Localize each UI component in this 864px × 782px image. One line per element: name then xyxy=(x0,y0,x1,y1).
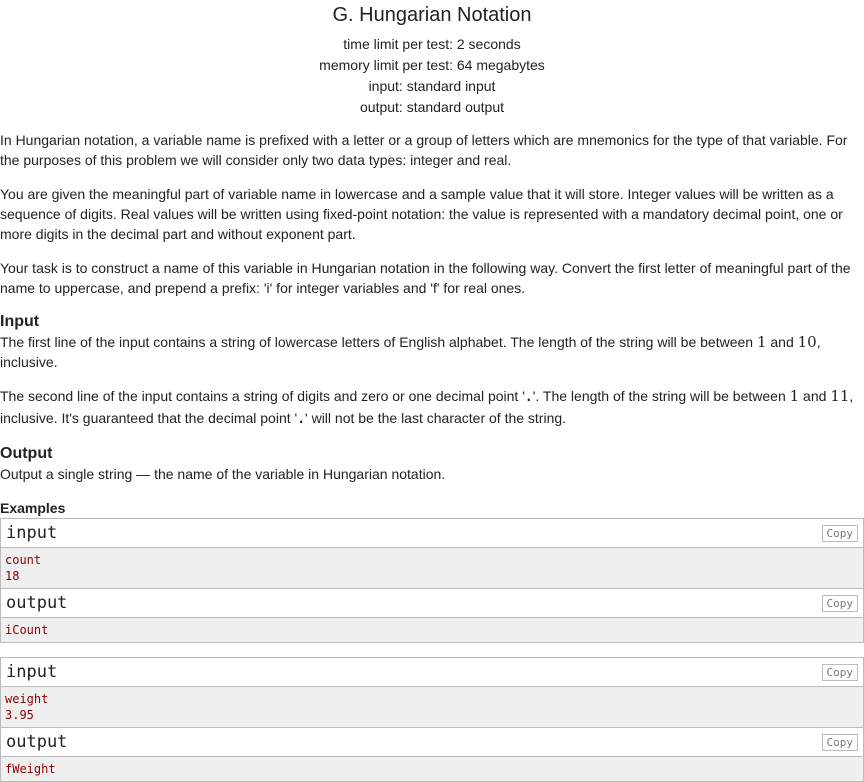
input-heading: Input xyxy=(0,313,40,330)
example-2-input-line-1: weight xyxy=(5,692,49,706)
copy-button[interactable]: Copy xyxy=(821,594,858,612)
input-spec: input: standard input xyxy=(368,78,496,94)
example-1-input-line-1: count xyxy=(5,553,42,567)
statement-paragraph-1: In Hungarian notation, a variable name i… xyxy=(0,132,848,168)
output-heading: Output xyxy=(0,445,53,462)
input-line-2-text-c: and xyxy=(799,388,831,404)
input-line-2: The second line of the input contains a … xyxy=(0,386,864,430)
input-line-2-text-e: ' will not be the last character of the … xyxy=(305,410,567,426)
math-11: 11 xyxy=(830,387,850,405)
statement-paragraph-3: Your task is to construct a name of this… xyxy=(0,260,851,296)
example-2-input-header: input Copy xyxy=(1,658,863,687)
input-label: input xyxy=(6,523,58,543)
example-2-output-line-1: fWeight xyxy=(5,762,56,776)
output-label: output xyxy=(6,593,68,613)
decimal-point-code-2: . xyxy=(297,412,306,427)
example-2: input Copy weight 3.95 output Copy fWeig… xyxy=(0,657,864,782)
copy-button[interactable]: Copy xyxy=(821,524,858,542)
math-1b: 1 xyxy=(789,387,800,405)
example-2-output: fWeight xyxy=(1,757,863,781)
input-label: input xyxy=(6,662,58,682)
examples-heading: Examples xyxy=(0,500,66,516)
statement-paragraph-2: You are given the meaningful part of var… xyxy=(0,186,843,242)
input-line-1: The first line of the input contains a s… xyxy=(0,332,864,372)
memory-limit: memory limit per test: 64 megabytes xyxy=(319,57,545,73)
time-limit: time limit per test: 2 seconds xyxy=(343,36,521,52)
example-1-output-line-1: iCount xyxy=(5,623,49,637)
math-10: 10 xyxy=(797,333,817,351)
example-1-output-header: output Copy xyxy=(1,589,863,618)
copy-button[interactable]: Copy xyxy=(821,663,858,681)
problem-header: G. Hungarian Notation time limit per tes… xyxy=(0,4,864,118)
example-1-input: count 18 xyxy=(1,548,863,589)
input-line-1-text-b: and xyxy=(766,334,798,350)
output-text: Output a single string — the name of the… xyxy=(0,466,446,482)
copy-button[interactable]: Copy xyxy=(821,733,858,751)
example-2-input: weight 3.95 xyxy=(1,687,863,728)
input-line-1-text-a: The first line of the input contains a s… xyxy=(0,334,757,350)
example-1-input-header: input Copy xyxy=(1,519,863,548)
input-line-2-text-b: '. The length of the string will be betw… xyxy=(532,388,790,404)
math-1: 1 xyxy=(756,333,767,351)
example-1-output: iCount xyxy=(1,618,863,642)
example-2-input-line-2: 3.95 xyxy=(5,708,34,722)
decimal-point-code: . xyxy=(524,390,533,405)
problem-title: G. Hungarian Notation xyxy=(332,4,532,26)
example-2-output-header: output Copy xyxy=(1,728,863,757)
example-1-input-line-2: 18 xyxy=(5,569,20,583)
output-spec: output: standard output xyxy=(360,99,504,115)
input-line-2-text-a: The second line of the input contains a … xyxy=(0,388,525,404)
example-1: input Copy count 18 output Copy iCount xyxy=(0,518,864,643)
output-label: output xyxy=(6,732,68,752)
